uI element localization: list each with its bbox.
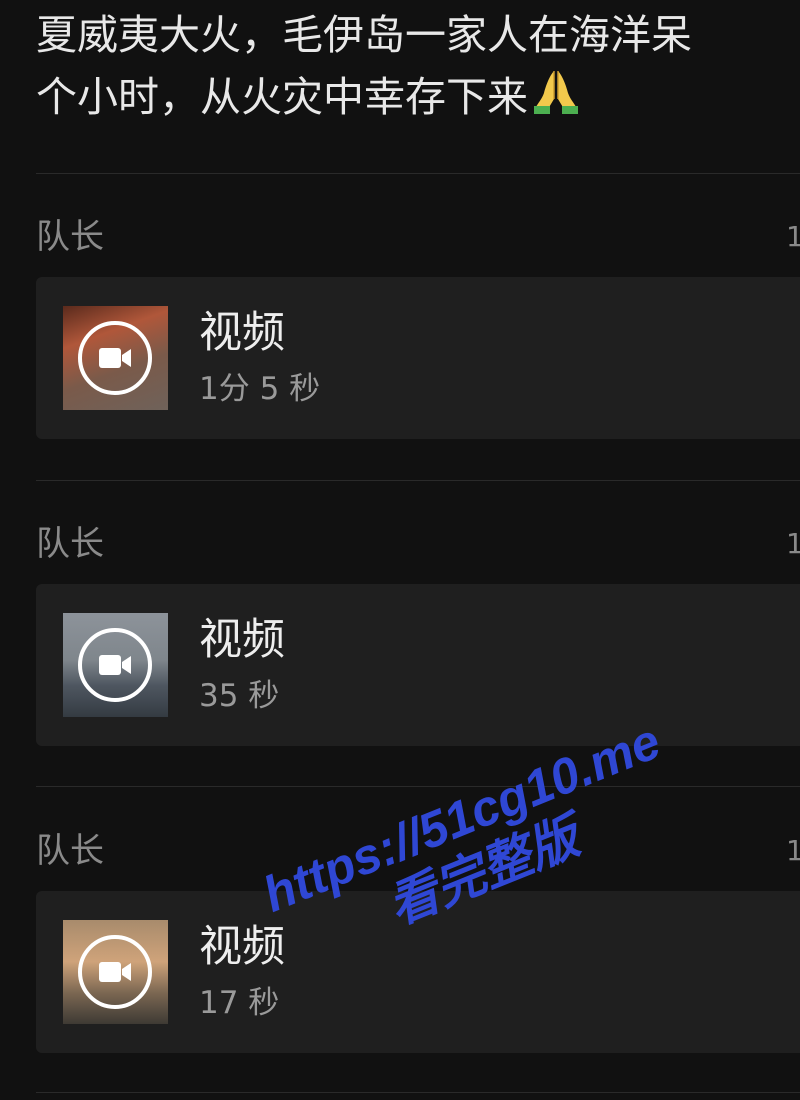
video-camera-icon — [78, 628, 152, 702]
author-name: 队长 — [36, 831, 104, 871]
video-card[interactable]: 视频 1分 5 秒 — [36, 277, 800, 439]
video-thumbnail[interactable] — [63, 920, 168, 1024]
author-name: 队长 — [36, 524, 104, 564]
video-label: 视频 — [199, 922, 285, 972]
author-name: 队长 — [36, 217, 104, 257]
folded-hands-emoji-icon — [532, 69, 580, 115]
video-thumbnail[interactable] — [63, 306, 168, 410]
video-duration: 35 秒 — [199, 678, 280, 714]
video-thumbnail[interactable] — [63, 613, 168, 717]
message-meta: 1 — [786, 527, 800, 560]
video-camera-icon — [78, 935, 152, 1009]
post-title-line-1: 夏威夷大火，毛伊岛一家人在海洋呆 — [36, 11, 692, 59]
divider — [36, 1092, 800, 1093]
video-duration: 17 秒 — [199, 985, 280, 1021]
message-meta: 1 — [786, 834, 800, 867]
post-title-line-2: 个小时，从火灾中幸存下来 — [36, 66, 800, 128]
post-title: 夏威夷大火，毛伊岛一家人在海洋呆 个小时，从火灾中幸存下来 — [36, 4, 800, 128]
video-label: 视频 — [199, 308, 285, 358]
video-duration: 1分 5 秒 — [199, 371, 321, 407]
post-title-line-2-text: 个小时，从火灾中幸存下来 — [36, 73, 528, 121]
video-label: 视频 — [199, 615, 285, 665]
video-card[interactable]: 视频 35 秒 — [36, 584, 800, 746]
divider — [36, 173, 800, 174]
divider — [36, 786, 800, 787]
video-camera-icon — [78, 321, 152, 395]
divider — [36, 480, 800, 481]
message-meta: 1 — [786, 220, 800, 253]
